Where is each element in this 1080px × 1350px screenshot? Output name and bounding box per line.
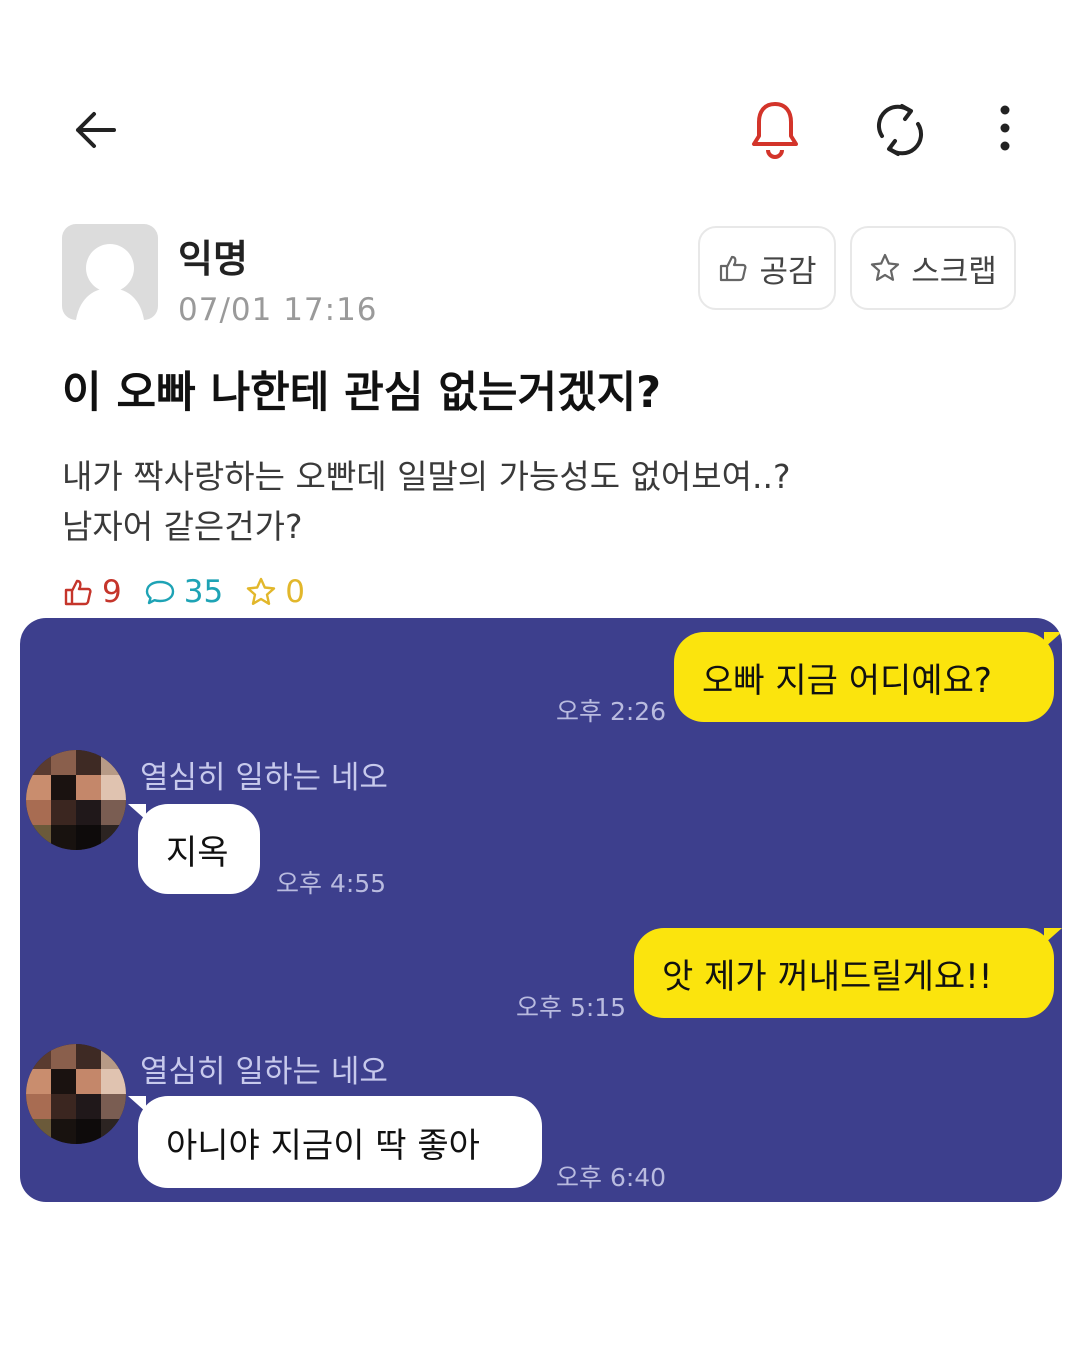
chat-bubble-incoming: 아니야 지금이 딱 좋아 — [138, 1096, 542, 1188]
sender-name: 열심히 일하는 네오 — [140, 760, 388, 796]
chat-screenshot: 오빠 지금 어디예요? 오후 2:26 열심히 일하는 네오 지옥 오후 4:5… — [20, 618, 1062, 1202]
comment-count-value: 35 — [183, 574, 224, 610]
scrap-count: 0 — [245, 574, 305, 610]
post-body: 내가 짝사랑하는 오빤데 일말의 가능성도 없어보여..? 남자어 같은건가? — [62, 452, 962, 552]
back-arrow-icon[interactable] — [70, 104, 122, 156]
post-title: 이 오빠 나한테 관심 없는거겠지? — [62, 368, 662, 418]
chat-time: 오후 4:55 — [276, 869, 387, 898]
thumbs-up-icon — [720, 255, 747, 282]
chat-message-text: 오빠 지금 어디예요? — [702, 660, 992, 701]
bubble-tail — [1044, 632, 1062, 648]
bubble-tail — [128, 1096, 146, 1112]
chat-bubble-outgoing: 오빠 지금 어디예요? — [674, 632, 1054, 722]
author-name: 익명 — [178, 237, 248, 281]
scrap-button[interactable]: 스크랩 — [850, 226, 1016, 310]
chat-message-text: 지옥 — [166, 832, 229, 873]
comment-bubble-icon — [145, 580, 174, 605]
bell-icon[interactable] — [746, 98, 804, 160]
star-icon — [871, 253, 900, 281]
chat-message-text: 아니야 지금이 딱 좋아 — [166, 1125, 480, 1166]
more-vertical-icon[interactable] — [990, 104, 1020, 156]
post-body-line: 남자어 같은건가? — [62, 507, 303, 546]
chat-time: 오후 6:40 — [556, 1163, 667, 1192]
comment-count: 35 — [144, 574, 223, 610]
chat-time: 오후 2:26 — [556, 697, 667, 726]
thumbs-up-icon — [64, 579, 92, 606]
refresh-icon[interactable] — [870, 100, 930, 160]
like-button-label: 공감 — [759, 253, 817, 290]
chat-time: 오후 5:15 — [516, 993, 627, 1022]
star-icon — [246, 577, 276, 605]
scrap-count-value: 0 — [285, 574, 305, 610]
post-timestamp: 07/01 17:16 — [178, 292, 378, 328]
chat-message-text: 앗 제가 꺼내드릴게요!! — [662, 956, 993, 997]
bubble-tail — [1044, 928, 1062, 944]
like-count: 9 — [62, 574, 122, 610]
sender-avatar-blurred — [26, 1044, 126, 1144]
chat-bubble-incoming: 지옥 — [138, 804, 260, 894]
scrap-button-label: 스크랩 — [911, 253, 997, 290]
sender-avatar-blurred — [26, 750, 126, 850]
post-stats: 9 35 0 — [62, 568, 327, 616]
like-button[interactable]: 공감 — [698, 226, 836, 310]
sender-name: 열심히 일하는 네오 — [140, 1054, 388, 1090]
bubble-tail — [128, 804, 146, 820]
post-body-line: 내가 짝사랑하는 오빤데 일말의 가능성도 없어보여..? — [62, 457, 791, 496]
author-avatar — [62, 224, 158, 320]
like-count-value: 9 — [102, 574, 122, 610]
chat-bubble-outgoing: 앗 제가 꺼내드릴게요!! — [634, 928, 1054, 1018]
